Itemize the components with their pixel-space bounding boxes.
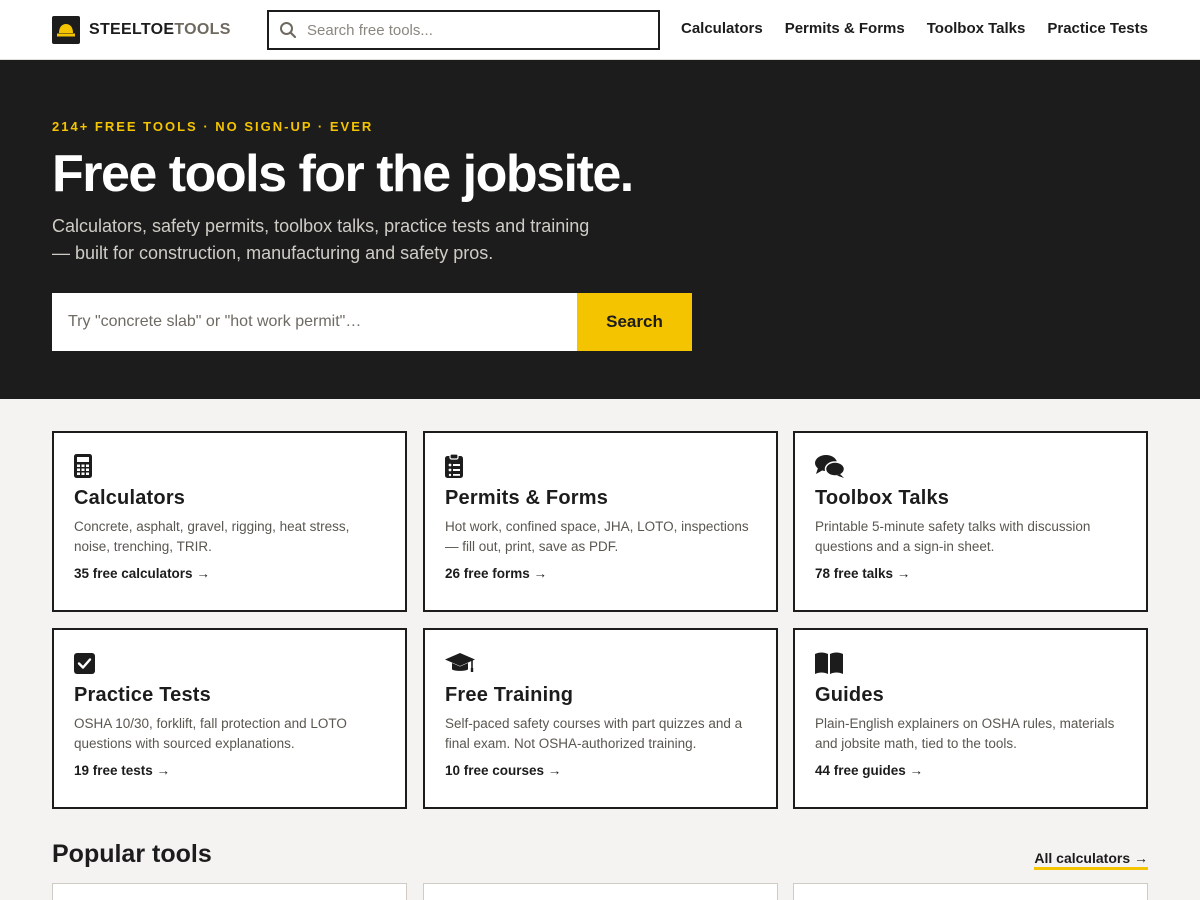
- hero-subtitle: Calculators, safety permits, toolbox tal…: [52, 216, 590, 263]
- checkbox-icon: [74, 650, 385, 676]
- clipboard-icon: [445, 453, 756, 479]
- nav-permits-forms[interactable]: Permits & Forms: [785, 20, 905, 37]
- popular-tool-card[interactable]: [793, 883, 1148, 900]
- card-link[interactable]: 10 free courses →: [445, 763, 561, 778]
- card-guides[interactable]: Guides Plain-English explainers on OSHA …: [793, 628, 1148, 809]
- brand-name: STEELTOETOOLS: [89, 21, 231, 38]
- popular-tools-heading: Popular tools: [52, 840, 212, 868]
- card-description: Printable 5-minute safety talks with dis…: [815, 519, 1091, 554]
- card-link[interactable]: 78 free talks →: [815, 566, 910, 581]
- card-title: Practice Tests: [74, 684, 211, 706]
- nav-practice-tests[interactable]: Practice Tests: [1047, 20, 1148, 37]
- card-title: Calculators: [74, 487, 186, 509]
- card-free-training[interactable]: Free Training Self-paced safety courses …: [423, 628, 778, 809]
- card-description: Hot work, confined space, JHA, LOTO, ins…: [445, 519, 749, 554]
- card-title: Guides: [815, 684, 884, 706]
- card-title: Toolbox Talks: [815, 487, 950, 509]
- card-link[interactable]: 19 free tests →: [74, 763, 170, 778]
- graduation-cap-icon: [445, 650, 756, 676]
- card-toolbox-talks[interactable]: Toolbox Talks Printable 5-minute safety …: [793, 431, 1148, 612]
- logo[interactable]: STEELTOETOOLS: [52, 16, 231, 44]
- card-title: Free Training: [445, 684, 574, 706]
- hero-eyebrow: 214+ FREE TOOLS · NO SIGN-UP · EVER: [52, 119, 374, 134]
- card-calculators[interactable]: Calculators Concrete, asphalt, gravel, r…: [52, 431, 407, 612]
- card-description: OSHA 10/30, forklift, fall protection an…: [74, 716, 347, 751]
- hero-section: 214+ FREE TOOLS · NO SIGN-UP · EVER Free…: [0, 60, 1200, 399]
- main-nav: Calculators Permits & Forms Toolbox Talk…: [681, 20, 1148, 37]
- header-search-input[interactable]: [307, 21, 647, 39]
- book-icon: [815, 650, 1126, 676]
- nav-toolbox-talks[interactable]: Toolbox Talks: [927, 20, 1026, 37]
- card-description: Self-paced safety courses with part quiz…: [445, 716, 743, 751]
- site-header: STEELTOETOOLS Calculators Permits & Form…: [0, 0, 1200, 60]
- card-description: Concrete, asphalt, gravel, rigging, heat…: [74, 519, 350, 554]
- nav-calculators[interactable]: Calculators: [681, 20, 763, 37]
- all-calculators-link[interactable]: All calculators →: [1034, 850, 1148, 870]
- card-title: Permits & Forms: [445, 487, 609, 509]
- popular-tool-card[interactable]: [52, 883, 407, 900]
- calculator-icon: [74, 453, 385, 479]
- card-permits-forms[interactable]: Permits & Forms Hot work, confined space…: [423, 431, 778, 612]
- card-link[interactable]: 44 free guides →: [815, 763, 923, 778]
- comments-icon: [815, 453, 1126, 479]
- card-practice-tests[interactable]: Practice Tests OSHA 10/30, forklift, fal…: [52, 628, 407, 809]
- hardhat-logo-icon: [52, 16, 80, 44]
- hero-search: Search: [52, 293, 692, 351]
- header-search: [267, 10, 660, 50]
- search-icon: [269, 21, 307, 39]
- card-description: Plain-English explainers on OSHA rules, …: [815, 716, 1115, 751]
- card-link[interactable]: 35 free calculators →: [74, 566, 210, 581]
- hero-search-button[interactable]: Search: [577, 293, 692, 351]
- card-link[interactable]: 26 free forms →: [445, 566, 547, 581]
- popular-tool-card[interactable]: [423, 883, 778, 900]
- hero-title: Free tools for the jobsite.: [52, 145, 634, 203]
- hero-search-input[interactable]: [52, 293, 577, 351]
